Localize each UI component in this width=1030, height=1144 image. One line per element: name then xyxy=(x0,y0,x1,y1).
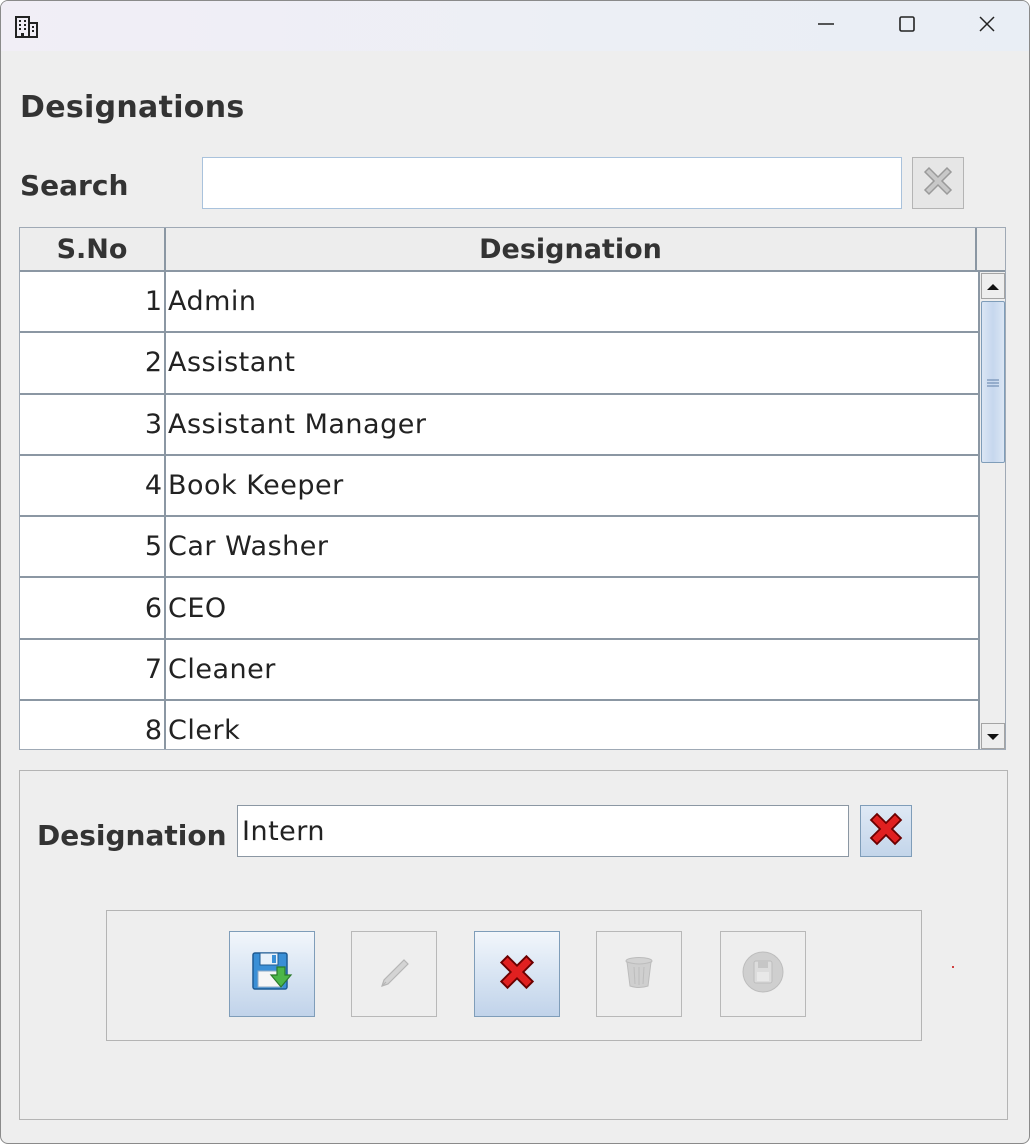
table-row[interactable]: 6 CEO xyxy=(20,578,978,640)
scroll-up-button[interactable] xyxy=(981,273,1005,299)
table-row[interactable]: 2 Assistant xyxy=(20,333,978,395)
trash-icon xyxy=(619,952,659,996)
close-icon xyxy=(978,15,996,37)
table-body: 1 Admin 2 Assistant 3 Assistant Manager … xyxy=(20,272,978,749)
table-row[interactable]: 3 Assistant Manager xyxy=(20,394,978,456)
cell-sno: 5 xyxy=(20,517,166,577)
cell-sno: 2 xyxy=(20,333,166,393)
delete-button[interactable] xyxy=(596,931,682,1017)
cell-designation: Admin xyxy=(168,286,257,318)
table-row[interactable]: 8 Clerk xyxy=(20,701,978,749)
table-header: S.No Designation xyxy=(20,228,1005,272)
designation-input[interactable] xyxy=(237,805,849,857)
page-title: Designations xyxy=(20,90,245,125)
minimize-icon xyxy=(817,15,835,37)
search-label: Search xyxy=(20,169,129,202)
building-icon xyxy=(15,15,39,39)
cell-designation: Assistant Manager xyxy=(168,408,427,440)
grip-icon xyxy=(986,373,1000,392)
cell-sno: 1 xyxy=(20,272,166,332)
print-button[interactable] xyxy=(720,931,806,1017)
clear-x-icon xyxy=(919,162,957,204)
cell-designation: Assistant xyxy=(168,347,296,379)
red-x-icon xyxy=(866,809,906,853)
cell-designation: Car Washer xyxy=(168,531,329,563)
cell-designation: Clerk xyxy=(168,715,241,747)
table-row[interactable]: 1 Admin xyxy=(20,272,978,334)
red-x-icon xyxy=(496,951,538,997)
save-disk-icon xyxy=(249,949,295,999)
maximize-icon xyxy=(898,15,916,37)
column-header-designation[interactable]: Designation xyxy=(166,228,977,270)
cell-sno: 6 xyxy=(20,578,166,638)
cancel-button[interactable] xyxy=(474,931,560,1017)
maximize-button[interactable] xyxy=(872,6,942,46)
edit-button[interactable] xyxy=(351,931,437,1017)
save-button[interactable] xyxy=(229,931,315,1017)
cell-sno: 7 xyxy=(20,639,166,700)
action-buttons-panel xyxy=(106,910,922,1041)
pencil-icon xyxy=(374,952,414,996)
minimize-button[interactable] xyxy=(791,6,861,46)
close-button[interactable] xyxy=(952,6,1022,46)
cell-sno: 8 xyxy=(20,701,166,749)
cell-designation: Cleaner xyxy=(168,653,276,685)
cell-designation: Book Keeper xyxy=(168,470,344,502)
title-bar[interactable] xyxy=(1,1,1029,51)
designation-form-panel: Designation xyxy=(19,770,1008,1120)
designations-table: S.No Designation 1 Admin 2 Assistant 3 A… xyxy=(19,227,1006,750)
designation-clear-button[interactable] xyxy=(860,805,912,857)
app-window: Designations Search S.No Designation 1 A… xyxy=(0,0,1030,1144)
disk-icon xyxy=(741,950,785,998)
stray-pixel xyxy=(952,966,954,968)
search-clear-button[interactable] xyxy=(912,157,964,209)
scroll-thumb[interactable] xyxy=(981,301,1005,463)
table-row[interactable]: 5 Car Washer xyxy=(20,517,978,579)
arrow-down-icon xyxy=(986,727,1000,746)
scroll-down-button[interactable] xyxy=(981,723,1005,749)
vertical-scrollbar[interactable] xyxy=(978,272,1005,749)
cell-designation: CEO xyxy=(168,592,227,624)
header-corner xyxy=(977,228,1005,270)
designation-label: Designation xyxy=(37,819,227,852)
arrow-up-icon xyxy=(986,277,1000,296)
column-header-sno[interactable]: S.No xyxy=(20,228,166,270)
cell-sno: 4 xyxy=(20,455,166,516)
search-input[interactable] xyxy=(202,157,902,209)
table-row[interactable]: 7 Cleaner xyxy=(20,639,978,702)
cell-sno: 3 xyxy=(20,394,166,454)
table-row[interactable]: 4 Book Keeper xyxy=(20,455,978,518)
